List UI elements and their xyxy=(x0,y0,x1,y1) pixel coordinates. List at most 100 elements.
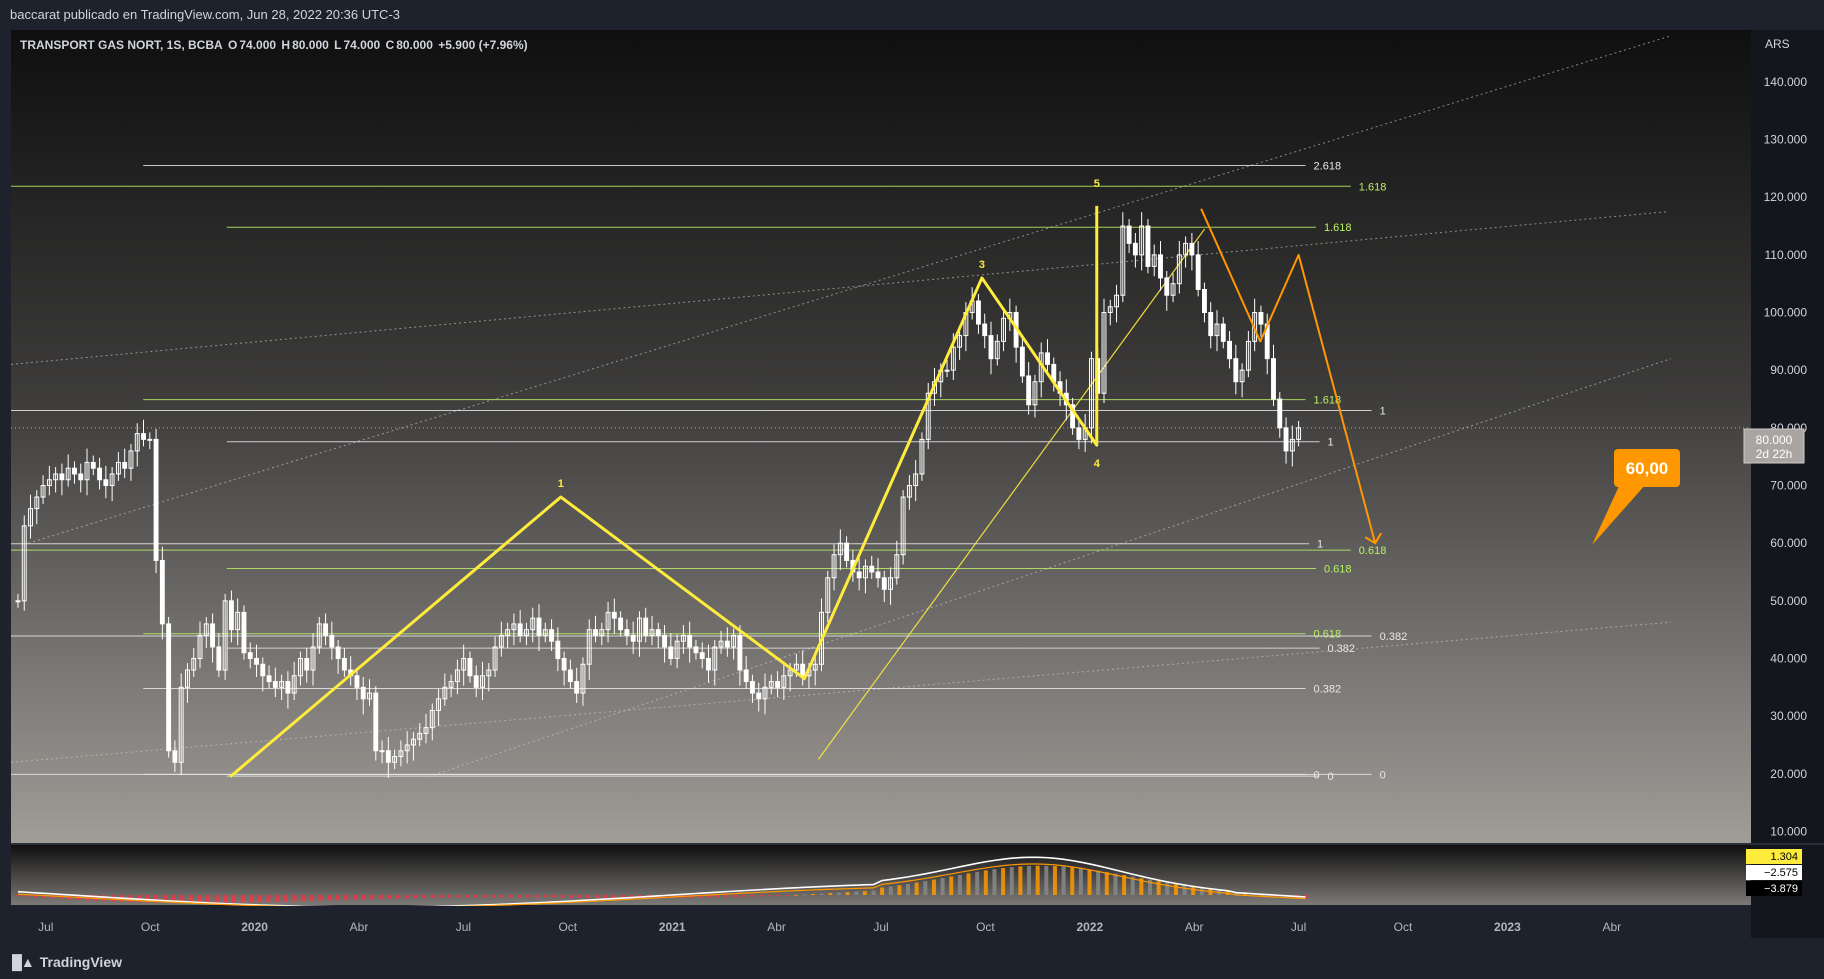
macd-histogram-bar xyxy=(1001,868,1006,895)
macd-histogram-bar xyxy=(396,895,401,899)
candle-body xyxy=(272,681,278,688)
candle-body xyxy=(1220,323,1226,342)
candle-body xyxy=(1019,346,1025,377)
y-tick-label: 140.000 xyxy=(1764,75,1808,89)
macd-histogram-bar xyxy=(845,892,850,895)
candle-body xyxy=(72,467,77,475)
macd-histogram-bar xyxy=(1122,875,1127,895)
macd-histogram-bar xyxy=(283,895,288,902)
macd-histogram-bar xyxy=(543,895,548,898)
macd-histogram-bar xyxy=(966,873,971,895)
candle-body xyxy=(172,750,178,763)
candle-body xyxy=(97,467,103,481)
candle-body xyxy=(1045,352,1050,365)
candle-body xyxy=(1164,277,1170,296)
macd-histogram-bar xyxy=(1173,883,1178,895)
macd-histogram-bar xyxy=(344,895,349,900)
macd-histogram-bar xyxy=(724,895,729,898)
candle-body xyxy=(467,657,473,677)
candle-body xyxy=(875,571,881,579)
macd-histogram-bar xyxy=(534,895,539,898)
candle-body xyxy=(373,692,379,752)
macd-histogram-bar xyxy=(387,895,392,899)
macd-histogram-bar xyxy=(1070,867,1075,895)
macd-histogram-bar xyxy=(906,883,911,895)
macd-histogram-bar xyxy=(266,895,271,903)
price-chart[interactable]: 2.6181.6181.6181.6181110.6180.6180.618 0.… xyxy=(0,0,1824,946)
candle-body xyxy=(749,681,755,694)
time-axis: Jul Oct 2020 Abr Jul Oct 2021 Abr Jul Oct 2022 Abr J… xyxy=(11,906,1751,938)
candle-body xyxy=(304,657,310,671)
macd-value-label: 1.304 xyxy=(1770,851,1798,863)
candle-body xyxy=(473,675,479,688)
macd-histogram-bar xyxy=(983,870,988,895)
candle-body xyxy=(341,657,347,671)
macd-histogram-bar xyxy=(1096,870,1101,895)
fib-level-label: 1 xyxy=(1317,539,1323,551)
macd-histogram-bar xyxy=(102,895,107,902)
macd-histogram-bar xyxy=(404,895,409,899)
candle-body xyxy=(724,640,730,648)
macd-histogram-bar xyxy=(448,895,453,898)
symbol-legend: TRANSPORT GAS NORT, 1S, BCBA O 74.000 H 80… xyxy=(20,38,530,52)
candle-body xyxy=(561,657,567,671)
x-tick-label: Abr xyxy=(767,920,786,934)
macd-histogram-bar xyxy=(828,893,833,895)
fib-level-label: 0.618 xyxy=(1314,629,1342,641)
candle-body xyxy=(1227,340,1232,360)
x-tick-label: Jul xyxy=(1291,920,1306,934)
fib-level-label: 0.382 xyxy=(1380,631,1408,643)
macd-histogram-bar xyxy=(862,891,867,895)
candle-body xyxy=(549,629,555,642)
macd-histogram-bar xyxy=(1027,865,1032,895)
macd-histogram-bar xyxy=(1165,882,1170,895)
macd-histogram-bar xyxy=(785,895,790,896)
fib-level-label: 1.618 xyxy=(1324,222,1352,234)
macd-histogram-bar xyxy=(232,895,237,903)
macd-histogram-bar xyxy=(733,895,738,897)
fib-level-label: 1.618 xyxy=(1359,181,1387,193)
candle-body xyxy=(1076,427,1082,440)
candle-body xyxy=(668,646,674,659)
chart-background xyxy=(11,30,1751,843)
macd-histogram-bar xyxy=(957,874,962,895)
legend-change: +5.900 (+7.96%) xyxy=(438,38,528,52)
candle-body xyxy=(618,617,624,631)
candle-body xyxy=(944,369,950,372)
macd-histogram-bar xyxy=(871,890,876,895)
x-tick-label: Abr xyxy=(350,920,369,934)
last-price-tag: 80.000 2d 22h xyxy=(1743,428,1805,464)
candle-body xyxy=(655,629,661,636)
x-tick-label: 2021 xyxy=(659,920,686,934)
x-tick-label: 2020 xyxy=(241,920,268,934)
macd-histogram-bar xyxy=(975,871,980,895)
candle-body xyxy=(90,461,96,469)
tradingview-logo[interactable]: █▲ TradingView xyxy=(12,954,122,970)
candle-body xyxy=(216,646,222,671)
candle-body xyxy=(241,611,247,654)
candle-body xyxy=(1158,254,1163,279)
candle-body xyxy=(153,438,159,561)
candle-body xyxy=(1026,375,1032,406)
fib-level-label: 2.618 xyxy=(1314,161,1342,173)
candle-body xyxy=(844,542,850,561)
macd-histogram-bar xyxy=(603,895,608,898)
fib-level-label: 1 xyxy=(1327,437,1333,449)
macd-histogram-bar xyxy=(992,869,997,895)
macd-histogram-bar xyxy=(854,891,859,895)
candle-body xyxy=(988,335,994,360)
macd-histogram-bar xyxy=(819,893,824,895)
fib-level-label: 0.382 xyxy=(1327,643,1355,655)
macd-histogram-bar xyxy=(335,895,340,901)
x-tick-label: Oct xyxy=(976,920,995,934)
macd-histogram-bar xyxy=(318,895,323,901)
macd-histogram-bar xyxy=(249,895,254,903)
legend-c-label: C xyxy=(385,38,395,52)
legend-o-label: O xyxy=(228,38,238,52)
fib-level-label: 1 xyxy=(1380,406,1386,418)
candle-body xyxy=(59,473,65,481)
macd-histogram-bar xyxy=(897,885,902,895)
macd-histogram-bar xyxy=(594,895,599,898)
target-callout-text: 60,00 xyxy=(1626,459,1669,478)
candle-body xyxy=(329,634,335,648)
